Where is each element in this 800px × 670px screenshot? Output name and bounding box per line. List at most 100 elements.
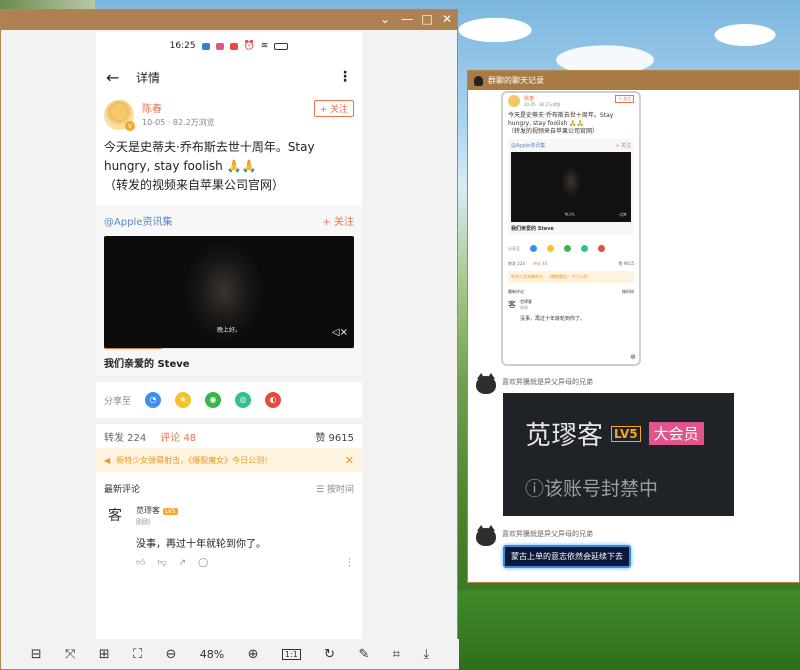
chat-titlebar[interactable]: 群聊的聊天记录 [468, 71, 799, 90]
thumb-down-icon[interactable]: 👎︎ [157, 558, 166, 568]
weibo-share-icon[interactable]: ◐ [265, 392, 282, 408]
qzone-share-icon[interactable]: ★ [175, 392, 192, 408]
author-name[interactable]: 陈春 [142, 100, 314, 115]
qq-penguin-icon [474, 75, 483, 86]
status-time: 16:25 [169, 41, 196, 51]
tab-like[interactable]: 赞 9615 [315, 429, 354, 444]
avatar[interactable]: v [104, 100, 135, 131]
phone-screenshot: 16:25 ⏰ ≋ ← 详情 ⋮ v 陈春 10-05 · 82.2万浏览 + … [96, 32, 362, 642]
tab-comment[interactable]: 评论 48 [160, 429, 196, 444]
edit-icon[interactable]: ✎ [358, 647, 369, 662]
notice-text: 新特少女弹幕射击，《爆裂魔女》今日公测！ [116, 455, 273, 465]
moments-share-icon[interactable]: ◎ [235, 392, 252, 408]
qq-share-icon[interactable]: ◔ [145, 392, 162, 408]
share-row: 分享至 ◔ ★ ◉ ◎ ◐ [96, 376, 362, 418]
wifi-icon: ≋ [260, 41, 269, 51]
mute-icon[interactable]: ◁× [332, 327, 348, 338]
chat-message: 喜欢昇騰就是异父异母的兄弟 [476, 373, 593, 394]
alarm-icon: ⏰ [243, 41, 255, 51]
comments-title: 最新评论 [104, 485, 141, 495]
card-username: 苋璆客 [525, 421, 604, 451]
zoom-icon[interactable]: ⊕ [630, 353, 636, 361]
avatar[interactable] [476, 373, 496, 394]
actual-size-button[interactable]: 1:1 [281, 648, 301, 660]
fit-screen-icon[interactable]: ⤧ [65, 647, 75, 662]
chat-history-window: 群聊的聊天记录 陈春 10-05 · 82.2万浏览 + 关注 今天是史蒂夫·乔布… [467, 70, 800, 583]
ad-notice[interactable]: ◀ 新特少女弹幕射击，《爆裂魔女》今日公测！ ✕ [96, 448, 362, 472]
thumb-comment-text: 没事，再过十年就轮到你了。 [520, 316, 586, 322]
avatar[interactable] [476, 525, 496, 546]
comment-time: 刚刚 [136, 518, 150, 526]
thumb-subtitle: 晚上好。 [564, 212, 577, 216]
zoom-level: 48% [199, 647, 225, 661]
comments-header: 最新评论 ☰ 按时间 [96, 472, 362, 501]
video-subtitle: 晚上好。 [216, 327, 241, 334]
thumb-retweet-author: @Apple资讯集 [511, 143, 546, 149]
thumb-comment-time: 刚刚 [520, 305, 528, 310]
more-icon[interactable]: ⋮ [345, 558, 354, 568]
retweet-follow-button[interactable]: + 关注 [322, 213, 354, 228]
image-message-card[interactable]: 苋璆客 LV5 大会员 ⓘ该账号封禁中 [503, 393, 734, 516]
viewer-titlebar[interactable]: ⌄ — □ ✕ [1, 10, 457, 30]
comment-item: 客 苋璆客 LV5 刚刚 没事，再过十年就轮到你了。 👍︎ 👎︎ ↗ ◯ ⋮ [96, 501, 362, 572]
chat-title: 群聊的聊天记录 [488, 76, 544, 85]
thumb-author-name: 陈春 [524, 96, 535, 102]
card-ban-status: ⓘ该账号封禁中 [525, 478, 659, 500]
tab-repost[interactable]: 转发 224 [104, 429, 146, 444]
more-options-icon[interactable]: ⋮ [338, 69, 352, 85]
close-button[interactable]: ✕ [439, 12, 455, 26]
commenter-name[interactable]: 苋璆客 [136, 506, 160, 515]
thumb-meta: 10-05 · 82.2万浏览 [524, 102, 561, 107]
maximize-button[interactable]: □ [419, 12, 435, 26]
post-author: v 陈春 10-05 · 82.2万浏览 + 关注 [96, 94, 362, 131]
retweet-author[interactable]: @Apple资讯集 [104, 213, 172, 228]
fullscreen-icon[interactable]: ⛶ [133, 647, 142, 662]
viewer-toolbar: ⊟ ⤧ ⊞ ⛶ ⊖ 48% ⊕ 1:1 ↻ ✎ ⌗ ⤓ [1, 639, 459, 669]
thumb-text-line: （转发的视频来自苹果公司官网） [508, 128, 599, 135]
message-bubble[interactable]: 蒙古上单的意志依然会延续下去 [503, 545, 631, 568]
back-arrow-icon[interactable]: ← [106, 68, 130, 87]
thumb-notice: 新特少女弹幕射击，《爆裂魔女》今日公测！ [508, 271, 634, 283]
minimize-button[interactable]: — [399, 12, 415, 26]
thumb-video: 晚上好。 ◁× [511, 152, 631, 222]
layout-icon[interactable]: ⊟ [31, 647, 42, 662]
app-bar: ← 详情 ⋮ [96, 60, 362, 94]
thumb-tab-comment: 评论 48 [532, 261, 548, 266]
original-size-icon[interactable]: ⊞ [99, 647, 110, 662]
post-text-line: hungry, stay foolish 🙏🙏 [104, 159, 257, 173]
level-badge: LV5 [163, 508, 178, 515]
mute-icon: ◁× [618, 212, 627, 218]
sort-button[interactable]: ☰ 按时间 [316, 482, 354, 495]
thumb-text-line: hungry, stay foolish 🙏🙏 [508, 120, 585, 127]
zoom-out-icon[interactable]: ⊖ [166, 647, 177, 662]
image-viewer-window: ⌄ — □ ✕ 16:25 ⏰ ≋ ← 详情 ⋮ v 陈春 10-05 · 82… [0, 9, 459, 670]
status-bar: 16:25 ⏰ ≋ [96, 32, 362, 60]
app-notification-icon [215, 42, 224, 50]
share-label: 分享至 [104, 396, 132, 407]
collapse-button[interactable]: ⌄ [377, 12, 393, 26]
thumb-up-icon[interactable]: 👍︎ [136, 558, 145, 568]
thumb-caption: 我们亲爱的 Steve [511, 226, 554, 232]
page-title: 详情 [136, 70, 161, 85]
rotate-icon[interactable]: ↻ [324, 647, 335, 662]
crop-icon[interactable]: ⌗ [393, 647, 400, 662]
image-message-thumbnail[interactable]: 陈春 10-05 · 82.2万浏览 + 关注 今天是史蒂夫·乔布斯去世十周年。S… [501, 91, 641, 366]
reply-icon[interactable]: ◯ [198, 558, 208, 568]
post-tabs: 转发 224 评论 48 赞 9615 [96, 418, 362, 448]
follow-button[interactable]: + 关注 [313, 100, 354, 117]
thumb-retweet-follow: + 关注 [615, 143, 631, 149]
comment-avatar[interactable]: 客 [104, 505, 126, 527]
thumb-comment-avatar: 客 [508, 300, 516, 309]
zoom-in-icon[interactable]: ⊕ [248, 647, 259, 662]
sender-name: 喜欢昇騰就是异父异母的兄弟 [502, 530, 593, 538]
video-player[interactable]: 晚上好。 ◁× [104, 236, 354, 348]
download-icon[interactable]: ⤓ [423, 647, 429, 662]
post-text-line: 今天是史蒂夫·乔布斯去世十周年。Stay [104, 140, 315, 154]
close-notice-icon[interactable]: ✕ [345, 454, 354, 467]
card-vip-badge: 大会员 [648, 422, 704, 445]
thumb-tab-repost: 转发 224 [508, 261, 525, 266]
comment-text: 没事，再过十年就轮到你了。 [136, 539, 266, 550]
wechat-share-icon[interactable]: ◉ [205, 392, 222, 408]
share-icon[interactable]: ↗ [179, 558, 187, 568]
thumb-text-line: 今天是史蒂夫·乔布斯去世十周年。Stay [508, 112, 614, 119]
